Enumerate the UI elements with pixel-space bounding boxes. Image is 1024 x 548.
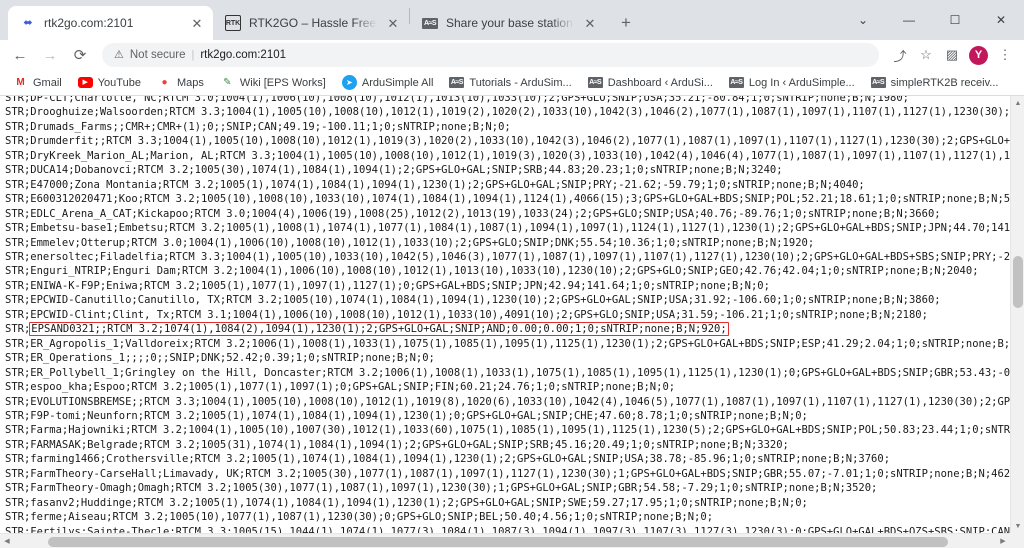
bookmark-label: YouTube bbox=[98, 77, 141, 89]
bookmark-label: ArduSimple All bbox=[362, 77, 434, 89]
tab-rtk2go-home[interactable]: RTK RTK2GO – Hassle Free RTK NTRIP ✕ bbox=[213, 6, 409, 40]
close-icon[interactable]: ✕ bbox=[582, 15, 598, 31]
bookmarks-bar: M Gmail ▶ YouTube ● Maps ✎ Wiki [EPS Wor… bbox=[0, 70, 1024, 96]
forward-icon[interactable]: → bbox=[36, 41, 64, 69]
tab-title: rtk2go.com:2101 bbox=[44, 16, 181, 30]
scrollbar-corner bbox=[1010, 533, 1024, 548]
tab-title: RTK2GO – Hassle Free RTK NTRIP bbox=[249, 16, 377, 30]
bookmark-maps[interactable]: ● Maps bbox=[150, 73, 211, 92]
omnibox-divider: | bbox=[191, 49, 194, 61]
horizontal-scrollbar[interactable]: ◀ ▶ bbox=[0, 533, 1010, 548]
gmail-icon: M bbox=[13, 75, 28, 90]
tab-share-base-station[interactable]: A≈S Share your base station with RTK ✕ bbox=[410, 6, 606, 40]
bookmark-label: Wiki [EPS Works] bbox=[240, 77, 326, 89]
ntrip-sourcetable-viewport: STR;DP-CLT;Charlotte, NC;RTCM 3.0;1004(1… bbox=[0, 96, 1010, 533]
reload-icon[interactable]: ⟳ bbox=[66, 41, 94, 69]
tab-rtk2go-directory[interactable]: ⬌ rtk2go.com:2101 ✕ bbox=[8, 6, 213, 40]
tab-favicon-icon: RTK bbox=[225, 15, 241, 31]
bookmark-simplertk2b-receiver[interactable]: A≈S simpleRTK2B receiv... bbox=[864, 75, 1006, 91]
vertical-scroll-thumb[interactable] bbox=[1013, 256, 1023, 308]
toolbar-actions: ⤴ ☆ ▨ Y ⋮ bbox=[887, 42, 1018, 68]
wiki-icon: ✎ bbox=[220, 75, 235, 90]
scroll-up-icon[interactable]: ▲ bbox=[1011, 96, 1024, 110]
bookmark-youtube[interactable]: ▶ YouTube bbox=[71, 75, 148, 91]
bookmark-star-icon[interactable]: ☆ bbox=[913, 42, 939, 68]
ardusimple-icon: A≈S bbox=[449, 77, 464, 88]
bookmark-label: Gmail bbox=[33, 77, 62, 89]
bookmark-label: Maps bbox=[177, 77, 204, 89]
scroll-left-icon[interactable]: ◀ bbox=[0, 534, 14, 548]
youtube-icon: ▶ bbox=[78, 77, 93, 88]
ardusimple-icon: A≈S bbox=[588, 77, 603, 88]
bookmark-tutorials-ardusimple[interactable]: A≈S Tutorials - ArduSim... bbox=[442, 75, 578, 91]
horizontal-scroll-thumb[interactable] bbox=[48, 537, 948, 547]
ardusimple-icon: A≈S bbox=[729, 77, 744, 88]
bookmark-gmail[interactable]: M Gmail bbox=[6, 73, 69, 92]
url-text[interactable]: rtk2go.com:2101 bbox=[200, 49, 286, 61]
bookmark-dashboard-ardusimple[interactable]: A≈S Dashboard ‹ ArduSi... bbox=[581, 75, 720, 91]
scroll-down-icon[interactable]: ▼ bbox=[1011, 519, 1024, 533]
close-icon[interactable]: ✕ bbox=[385, 15, 401, 31]
scroll-right-icon[interactable]: ▶ bbox=[996, 534, 1010, 548]
bookmark-log-in-ardusimple[interactable]: A≈S Log In ‹ ArduSimple... bbox=[722, 75, 862, 91]
vertical-scrollbar[interactable]: ▲ ▼ bbox=[1010, 96, 1024, 533]
bookmark-label: Log In ‹ ArduSimple... bbox=[749, 77, 855, 89]
page-content: STR;DP-CLT;Charlotte, NC;RTCM 3.0;1004(1… bbox=[0, 96, 1024, 548]
not-secure-icon[interactable]: ⚠ bbox=[114, 50, 124, 61]
bookmark-wiki-eps-works[interactable]: ✎ Wiki [EPS Works] bbox=[213, 73, 333, 92]
ntrip-sourcetable-text: STR;DP-CLT;Charlotte, NC;RTCM 3.0;1004(1… bbox=[5, 96, 1010, 533]
chevron-down-icon[interactable]: ⌄ bbox=[840, 4, 886, 36]
maps-pin-icon: ● bbox=[157, 75, 172, 90]
new-tab-button[interactable]: + bbox=[612, 9, 640, 37]
bookmark-label: Dashboard ‹ ArduSi... bbox=[608, 77, 713, 89]
back-icon[interactable]: ← bbox=[6, 41, 34, 69]
bookmark-label: simpleRTK2B receiv... bbox=[891, 77, 999, 89]
highlighted-mountpoint-line: STR;EPSAND0321;;RTCM 3.2;1074(1),1084(2)… bbox=[5, 322, 728, 336]
tab-title: Share your base station with RTK bbox=[446, 16, 574, 30]
maximize-button[interactable]: ☐ bbox=[932, 4, 978, 36]
address-bar[interactable]: ⚠ Not secure | rtk2go.com:2101 bbox=[102, 43, 879, 67]
browser-toolbar: ← → ⟳ ⚠ Not secure | rtk2go.com:2101 ⤴ ☆… bbox=[0, 40, 1024, 70]
sourcetable-lines-before: STR;DP-CLT;Charlotte, NC;RTCM 3.0;1004(1… bbox=[5, 96, 1010, 321]
window-controls: ⌄ — ☐ ✕ bbox=[840, 0, 1024, 40]
overflow-menu-icon[interactable]: ⋮ bbox=[992, 42, 1018, 68]
telegram-icon: ➤ bbox=[342, 75, 357, 90]
tab-favicon-icon: ⬌ bbox=[20, 15, 36, 31]
side-panel-icon[interactable]: ▨ bbox=[939, 42, 965, 68]
close-icon[interactable]: ✕ bbox=[189, 15, 205, 31]
avatar[interactable]: Y bbox=[969, 46, 988, 65]
security-status-label: Not secure bbox=[130, 49, 186, 61]
ardusimple-icon: A≈S bbox=[871, 77, 886, 88]
tab-favicon-icon: A≈S bbox=[422, 18, 438, 29]
tab-strip: ⬌ rtk2go.com:2101 ✕ RTK RTK2GO – Hassle … bbox=[0, 0, 1024, 40]
sourcetable-lines-after: STR;ER_Agropolis_1;Valldoreix;RTCM 3.2;1… bbox=[5, 338, 1010, 533]
bookmark-label: Tutorials - ArduSim... bbox=[469, 77, 571, 89]
minimize-button[interactable]: — bbox=[886, 4, 932, 36]
highlight-box-epsand0321: EPSAND0321;;RTCM 3.2;1074(1),1084(2),109… bbox=[29, 322, 728, 336]
bookmark-ardusimple-all[interactable]: ➤ ArduSimple All bbox=[335, 73, 441, 92]
line-prefix: STR; bbox=[5, 323, 30, 335]
share-icon[interactable]: ⤴ bbox=[887, 42, 913, 68]
browser-window: ⬌ rtk2go.com:2101 ✕ RTK RTK2GO – Hassle … bbox=[0, 0, 1024, 548]
close-window-button[interactable]: ✕ bbox=[978, 4, 1024, 36]
